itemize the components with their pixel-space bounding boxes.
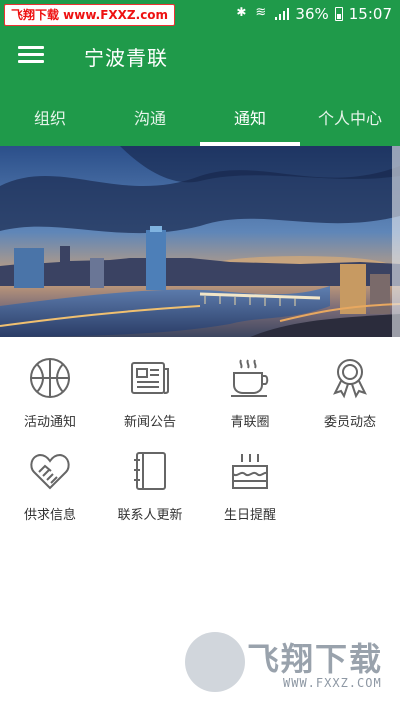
hamburger-menu-icon[interactable] — [18, 42, 44, 68]
menu-label: 活动通知 — [23, 415, 76, 430]
watermark-logo: 飞翔下载 WWW.FXXZ.COM — [185, 632, 395, 698]
tab-personal-center[interactable]: 个人中心 — [300, 92, 400, 146]
tab-bar: 组织 沟通 通知 个人中心 — [0, 92, 400, 146]
menu-label: 委员动态 — [323, 415, 376, 430]
address-book-icon — [134, 452, 166, 490]
signal-icon — [275, 8, 290, 20]
banner-image[interactable] — [0, 146, 400, 337]
tab-organization[interactable]: 组织 — [0, 92, 100, 146]
status-bar: 飞翔下载 www.FXXZ.com 36% 15:07 — [0, 0, 400, 28]
battery-icon — [334, 7, 343, 21]
menu-label: 供求信息 — [23, 508, 76, 523]
birthday-cake-icon — [232, 454, 268, 489]
function-grid: 活动通知 新闻公告 青联圈 委员动态 供求信息 联系人更新 生日提醒 — [0, 337, 400, 537]
bluetooth-icon — [235, 5, 249, 21]
menu-label: 青联圈 — [230, 415, 270, 430]
watermark-title: 飞翔下载 — [247, 640, 384, 678]
tab-communication[interactable]: 沟通 — [100, 92, 200, 146]
menu-item-news-announcement[interactable]: 新闻公告 — [100, 337, 200, 430]
menu-item-contact-updates[interactable]: 联系人更新 — [100, 430, 200, 523]
menu-item-member-updates[interactable]: 委员动态 — [300, 337, 400, 430]
status-icons: 36% 15:07 — [235, 4, 392, 24]
watermark-top-badge: 飞翔下载 www.FXXZ.com — [4, 4, 176, 26]
menu-item-birthday-reminder[interactable]: 生日提醒 — [200, 430, 300, 523]
award-ribbon-icon — [333, 359, 367, 399]
battery-percent: 36% — [295, 5, 329, 23]
menu-label: 联系人更新 — [117, 508, 183, 523]
app-bar: 宁波青联 — [0, 28, 400, 92]
city-skyline-picture — [0, 146, 400, 337]
basketball-icon — [30, 358, 70, 398]
menu-label: 生日提醒 — [223, 508, 276, 523]
newspaper-icon — [131, 362, 169, 394]
coffee-cup-icon — [231, 359, 269, 397]
menu-item-youth-circle[interactable]: 青联圈 — [200, 337, 300, 430]
wifi-icon — [255, 5, 269, 21]
watermark-url: WWW.FXXZ.COM — [283, 676, 382, 690]
menu-label: 新闻公告 — [123, 415, 176, 430]
clock: 15:07 — [348, 5, 392, 23]
app-title: 宁波青联 — [84, 46, 168, 70]
tab-notification[interactable]: 通知 — [200, 92, 300, 146]
heart-handshake-icon — [30, 453, 70, 490]
menu-item-supply-demand[interactable]: 供求信息 — [0, 430, 100, 523]
menu-item-activity-notice[interactable]: 活动通知 — [0, 337, 100, 430]
watermark-logo-mark — [185, 632, 245, 692]
